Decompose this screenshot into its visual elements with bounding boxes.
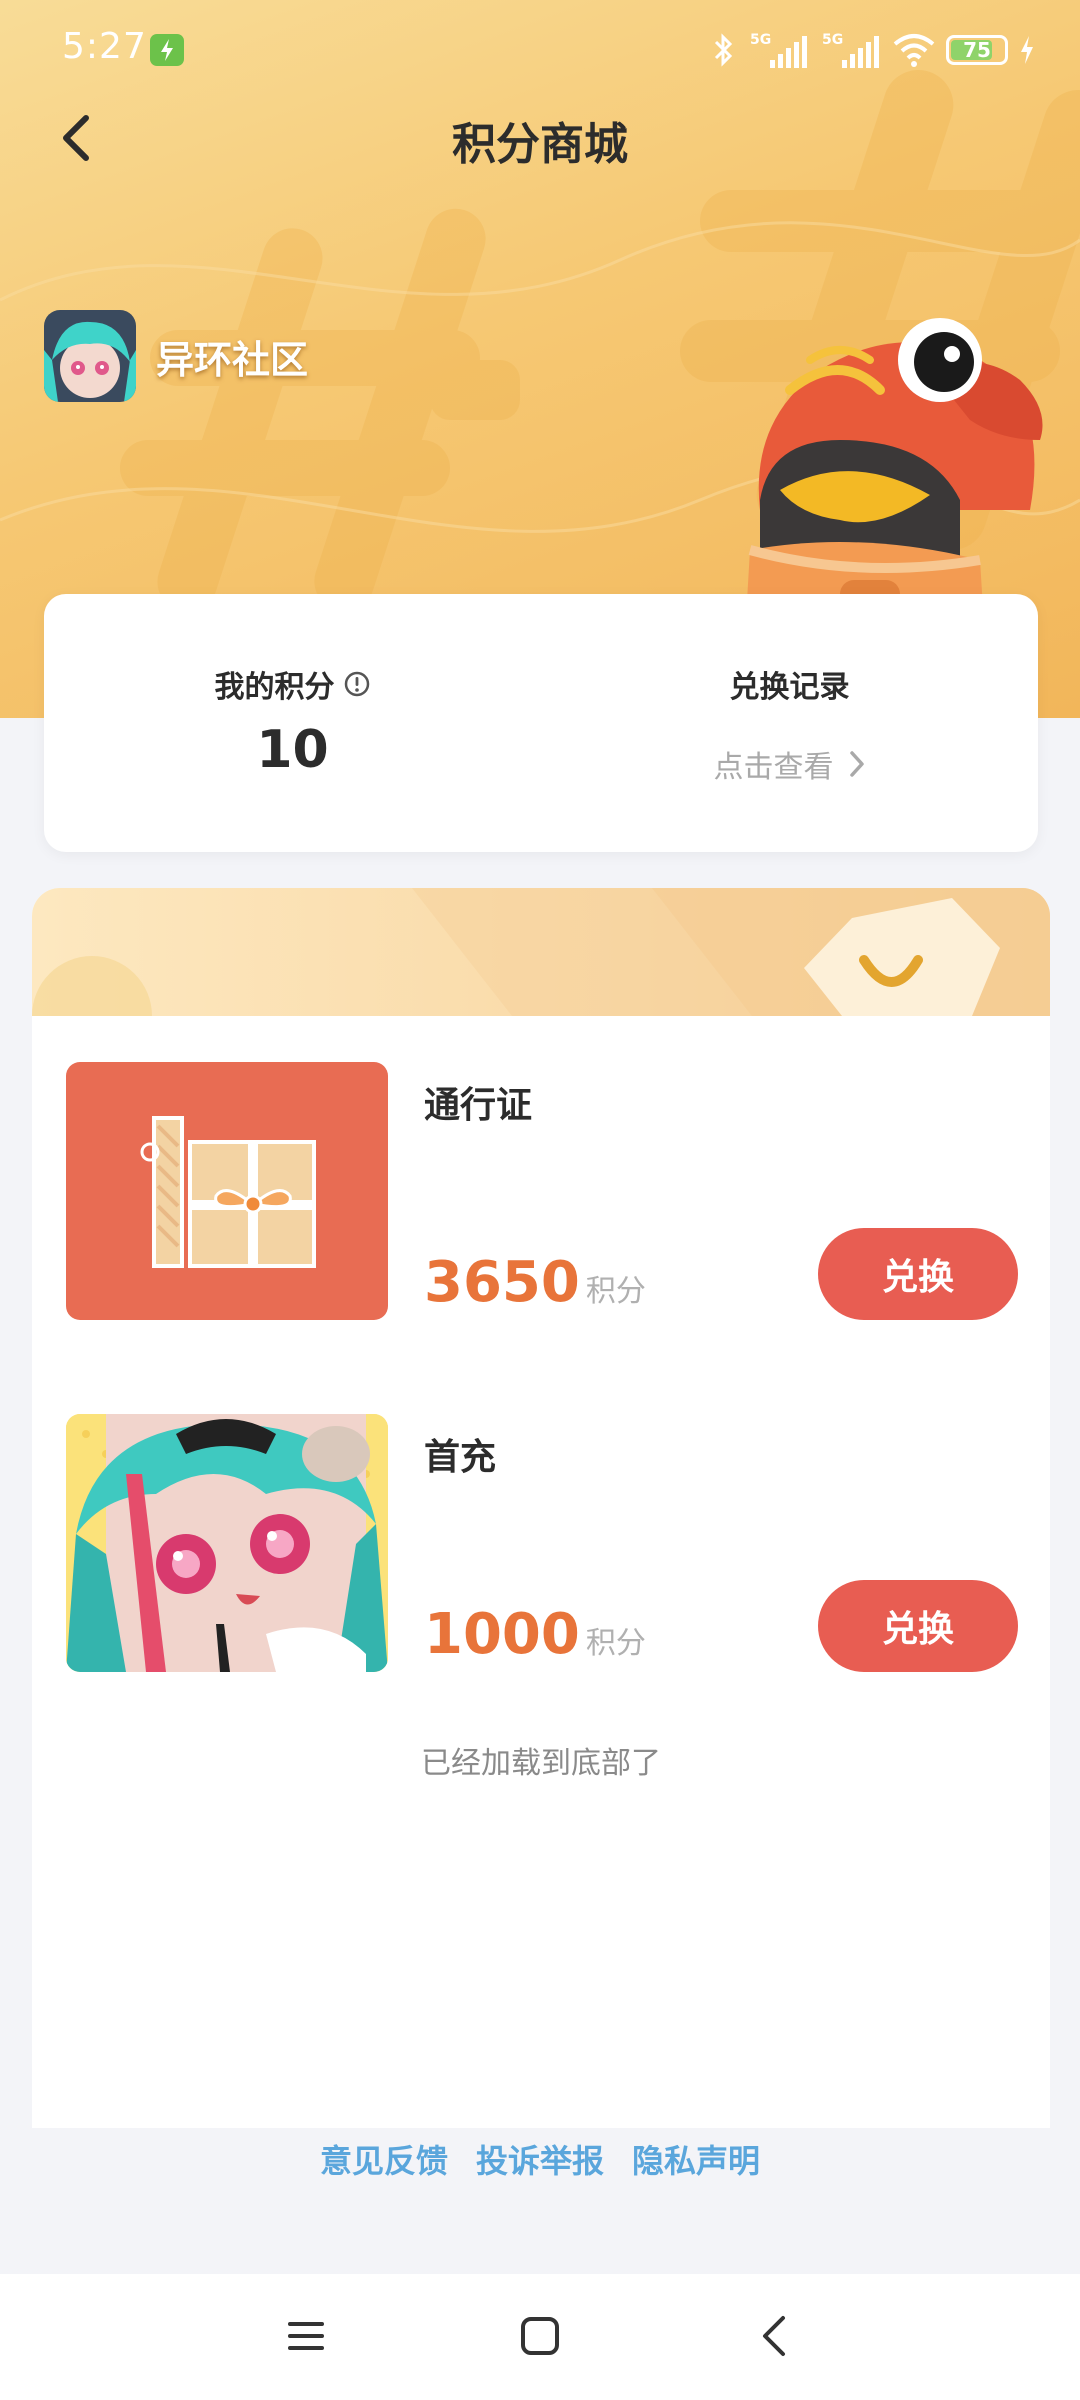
bluetooth-icon bbox=[714, 33, 733, 67]
svg-text:5G: 5G bbox=[822, 32, 843, 48]
price-unit: 积分 bbox=[585, 1274, 646, 1309]
feedback-link[interactable]: 意见反馈 bbox=[320, 2136, 448, 2182]
shop-panel: 通行证 3650 积分 兑换 首充 1000 积分 兑换 已经加载到底部了 bbox=[32, 888, 1050, 2128]
view-records-text: 点击查看 bbox=[713, 750, 834, 785]
status-icons: 5G 5G 75 bbox=[708, 26, 1036, 74]
price-value: 1000 bbox=[424, 1602, 580, 1667]
charging-icon bbox=[1021, 36, 1033, 64]
price-value: 3650 bbox=[424, 1250, 580, 1315]
footer-links: 意见反馈 投诉举报 隐私声明 bbox=[0, 2136, 1080, 2182]
community-link[interactable]: 异环社区 bbox=[44, 308, 308, 404]
info-icon[interactable] bbox=[343, 670, 371, 698]
my-points-value: 10 bbox=[256, 720, 329, 780]
report-link[interactable]: 投诉举报 bbox=[476, 2136, 604, 2182]
redeem-button[interactable]: 兑换 bbox=[818, 1580, 1018, 1672]
menu-button[interactable] bbox=[266, 2304, 346, 2368]
home-icon bbox=[521, 2317, 559, 2355]
status-time: 5:27 bbox=[62, 26, 147, 67]
community-name: 异环社区 bbox=[156, 337, 309, 382]
product-name: 首充 bbox=[424, 1437, 497, 1478]
privacy-link[interactable]: 隐私声明 bbox=[632, 2136, 760, 2182]
product-item: 通行证 3650 积分 兑换 bbox=[32, 1062, 1050, 1322]
product-price: 1000 积分 bbox=[424, 1602, 646, 1667]
back-icon bbox=[763, 2316, 785, 2356]
redeem-button[interactable]: 兑换 bbox=[818, 1228, 1018, 1320]
status-bar: 5:27 5G 5G 75 bbox=[0, 0, 1080, 100]
product-name: 通行证 bbox=[424, 1085, 533, 1126]
product-price: 3650 积分 bbox=[424, 1250, 646, 1315]
anime-character-image bbox=[66, 1414, 388, 1672]
product-item: 首充 1000 积分 兑换 bbox=[32, 1414, 1050, 1674]
points-card: 我的积分 10 兑换记录 点击查看 bbox=[44, 594, 1038, 852]
menu-icon bbox=[288, 2322, 324, 2350]
my-points-label: 我的积分 bbox=[214, 670, 335, 705]
price-unit: 积分 bbox=[585, 1626, 646, 1661]
gift-box-image bbox=[66, 1062, 388, 1320]
community-avatar bbox=[44, 310, 136, 402]
nav-back-button[interactable] bbox=[734, 2304, 814, 2368]
charging-badge-icon bbox=[150, 34, 184, 66]
chevron-right-icon bbox=[849, 751, 864, 777]
records-label: 兑换记录 bbox=[729, 670, 850, 705]
wifi-icon bbox=[893, 34, 935, 67]
exchange-records-section[interactable]: 兑换记录 点击查看 bbox=[541, 594, 1038, 852]
list-end-text: 已经加载到底部了 bbox=[421, 1746, 661, 1781]
view-records-link[interactable]: 点击查看 bbox=[541, 742, 1038, 786]
home-button[interactable] bbox=[500, 2304, 580, 2368]
shop-banner bbox=[32, 888, 1050, 1076]
page-title: 积分商城 bbox=[452, 119, 628, 170]
battery-level: 75 bbox=[963, 38, 991, 62]
battery-icon: 75 bbox=[946, 35, 1008, 65]
shop-banner-decoration bbox=[32, 888, 1050, 1076]
svg-text:5G: 5G bbox=[750, 32, 771, 48]
system-nav-bar bbox=[0, 2274, 1080, 2400]
my-points-label-row: 我的积分 bbox=[44, 662, 541, 706]
signal-5g-icon: 5G bbox=[822, 32, 879, 68]
signal-5g-icon: 5G bbox=[750, 32, 807, 68]
my-points-section: 我的积分 10 bbox=[44, 594, 541, 852]
